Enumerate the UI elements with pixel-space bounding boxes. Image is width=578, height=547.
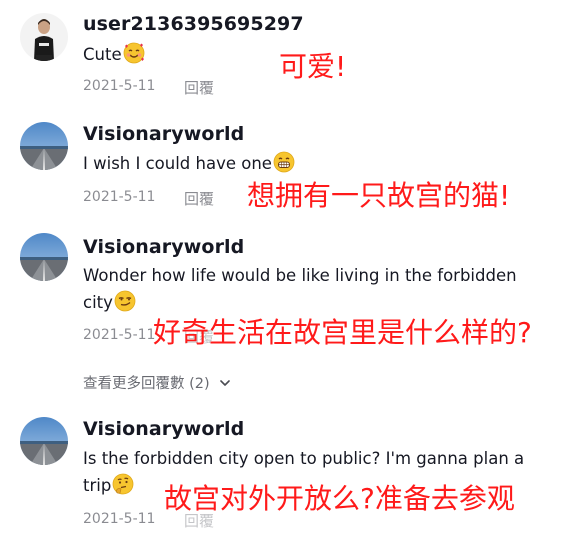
avatar[interactable] xyxy=(20,13,68,61)
thinking-face-icon xyxy=(112,473,134,495)
comment-text-content: I wish I could have one xyxy=(83,154,272,173)
chinese-annotation: 故宫对外开放么?准备去参观 xyxy=(164,482,515,515)
comment-date: 2021-5-11 xyxy=(83,78,156,94)
comment-text-line-2: city xyxy=(83,293,113,312)
comment-text-line-1: Is the forbidden city open to public? I'… xyxy=(83,449,525,468)
grinning-face-icon xyxy=(273,151,295,173)
comment-username[interactable]: Visionaryworld xyxy=(83,123,244,145)
avatar[interactable] xyxy=(20,122,68,170)
view-more-replies[interactable]: 查看更多回覆數 (2) xyxy=(83,372,232,393)
chinese-annotation: 可爱! xyxy=(279,50,347,83)
comment-date: 2021-5-11 xyxy=(83,511,156,527)
reply-button[interactable]: 回覆 xyxy=(184,77,214,98)
comment-text-content: Cute xyxy=(83,45,122,64)
comment-date: 2021-5-11 xyxy=(83,189,156,205)
comment-date: 2021-5-11 xyxy=(83,327,156,343)
comment-username[interactable]: Visionaryworld xyxy=(83,418,244,440)
comment-text-line-2: trip xyxy=(83,476,112,495)
chinese-annotation: 想拥有一只故宫的猫! xyxy=(247,179,511,212)
smirking-face-icon xyxy=(114,290,136,312)
comment-text: Cute xyxy=(83,41,145,69)
view-more-label: 查看更多回覆數 (2) xyxy=(83,376,210,392)
comment-text-line-1: Wonder how life would be like living in … xyxy=(83,266,517,285)
comment-text: city xyxy=(83,289,136,317)
smiling-face-with-hearts-icon xyxy=(123,42,145,64)
avatar[interactable] xyxy=(20,417,68,465)
chinese-annotation: 好奇生活在故宫里是什么样的? xyxy=(153,316,532,349)
reply-button[interactable]: 回覆 xyxy=(184,188,214,209)
comment-username[interactable]: user2136395695297 xyxy=(83,13,304,35)
avatar[interactable] xyxy=(20,233,68,281)
comment-text: trip xyxy=(83,472,134,500)
comment-username[interactable]: Visionaryworld xyxy=(83,236,244,258)
chevron-down-icon xyxy=(218,376,232,390)
